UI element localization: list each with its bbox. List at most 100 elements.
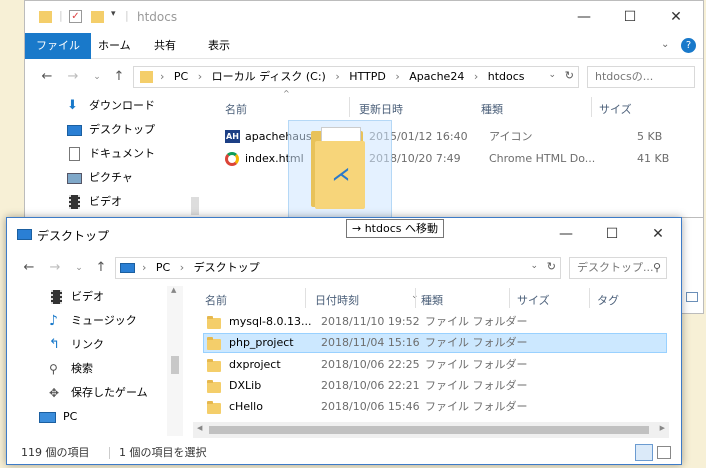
list-item[interactable]: DXLib 2018/10/06 22:21 ファイル フォルダー [203,376,667,396]
breadcrumb-pc[interactable]: PC [156,261,170,274]
forward-button[interactable]: → [63,66,83,88]
expand-ribbon-icon[interactable]: ⌄ [661,39,669,50]
breadcrumb-pc[interactable]: PC [174,70,188,83]
properties-icon[interactable]: ✓ [69,10,82,23]
scroll-up-icon[interactable]: ▲ [171,286,176,294]
sidebar-item-saved-games[interactable]: ✥ 保存したゲーム [49,382,148,404]
search-icon: ⚲ [49,362,58,376]
list-item-selected[interactable]: php_project 2018/11/04 15:16 ファイル フォルダー [203,333,667,353]
sidebar-item-videos[interactable]: ビデオ [49,286,104,308]
close-button[interactable]: ✕ [653,1,699,33]
column-divider [509,288,510,308]
list-item[interactable]: dxproject 2018/10/06 22:25 ファイル フォルダー [203,355,667,375]
folder-icon [207,316,221,329]
breadcrumb-desktop[interactable]: デスクトップ [194,261,260,274]
qat-dropdown-icon[interactable]: ▾ [111,9,116,19]
list-item[interactable]: cHello 2018/10/06 15:46 ファイル フォルダー [203,397,667,417]
address-dropdown-icon[interactable]: ⌄ [530,261,538,271]
sidebar-item-search[interactable]: ⚲ 検索 [49,358,93,380]
column-size[interactable]: サイズ [599,101,632,117]
breadcrumb-c-drive[interactable]: ローカル ディスク (C:) [212,70,326,83]
sidebar-item-links[interactable]: ↰ リンク [49,334,104,356]
column-divider [589,288,590,308]
folder-icon [207,359,221,372]
htdocs-window-edge [682,218,704,314]
scroll-left-icon[interactable]: ◀ [197,424,202,432]
window-title: htdocs [137,10,178,24]
large-icons-view-button[interactable] [657,446,671,459]
sort-up-icon: ^ [283,89,290,98]
search-input[interactable]: htdocsの... [587,66,695,88]
document-icon [69,147,80,161]
column-type[interactable]: 種類 [481,101,503,117]
horizontal-scrollbar[interactable]: ◀ ▶ [193,422,669,438]
column-date[interactable]: 日付時刻 [315,292,359,308]
title-bar[interactable]: | ✓ ▾ | htdocs — ☐ ✕ [25,1,703,33]
list-item[interactable]: mysql-8.0.13... 2018/11/10 19:52 ファイル フォ… [203,312,667,332]
search-placeholder: デスクトップ... [577,261,654,274]
column-tags[interactable]: タグ [597,292,619,308]
column-name[interactable]: 名前 [205,292,227,308]
pc-icon [39,412,56,423]
new-folder-icon[interactable] [91,11,104,23]
desktop-icon [120,263,135,273]
close-button[interactable]: ✕ [635,218,681,250]
back-button[interactable]: ← [37,66,57,88]
sidebar-item-downloads[interactable]: ⬇ ダウンロード [67,95,155,117]
chevron-right-icon: › [335,70,340,83]
breadcrumb-httpd[interactable]: HTTPD [349,70,386,83]
title-bar[interactable]: デスクトップ — ☐ ✕ [7,218,681,250]
sidebar-item-videos[interactable]: ビデオ [67,191,122,213]
refresh-icon[interactable]: ↻ [565,69,574,82]
chevron-right-icon: › [142,261,147,274]
sidebar-item-music[interactable]: ♪ ミュージック [49,310,137,332]
recent-dropdown-icon[interactable]: ⌄ [69,257,89,279]
column-name[interactable]: 名前 [225,101,247,117]
breadcrumb-htdocs[interactable]: htdocs [488,70,525,83]
search-placeholder: htdocsの... [595,70,654,83]
sidebar-item-pc[interactable]: PC [39,406,77,428]
address-dropdown-icon[interactable]: ⌄ [548,70,556,80]
maximize-button[interactable]: ☐ [589,218,635,250]
breadcrumb-apache24[interactable]: Apache24 [409,70,464,83]
gamepad-icon: ✥ [49,386,60,400]
search-icon: ⚲ [652,261,661,274]
back-button[interactable]: ← [19,257,39,279]
minimize-button[interactable]: — [561,1,607,33]
forward-button[interactable]: → [45,257,65,279]
address-bar[interactable]: › PC › デスクトップ ⌄ ↻ [115,257,561,279]
help-icon[interactable]: ? [681,38,696,53]
tab-view[interactable]: 表示 [197,33,241,59]
chevron-right-icon: › [160,70,165,83]
sidebar-scrollbar[interactable]: ▲ [167,286,183,436]
scrollbar-thumb[interactable] [209,426,649,434]
search-input[interactable]: デスクトップ... ⚲ [569,257,667,279]
details-view-button[interactable] [635,444,653,461]
file-list: ^ 名前 更新日時 種類 サイズ AH apachehaus.ico 2015/… [211,89,703,217]
column-type[interactable]: 種類 [421,292,443,308]
minimize-button[interactable]: — [543,218,589,250]
column-divider [349,97,350,117]
up-button[interactable]: ↑ [91,257,111,279]
sidebar-item-documents[interactable]: ドキュメント [67,143,155,165]
tab-file[interactable]: ファイル [25,33,91,59]
address-bar[interactable]: › PC › ローカル ディスク (C:) › HTTPD › Apache24… [133,66,579,88]
details-view-icon[interactable] [686,292,698,302]
sidebar-scrollbar[interactable] [187,95,203,217]
tab-share[interactable]: 共有 [143,33,187,59]
tab-home[interactable]: ホーム [87,33,142,59]
maximize-button[interactable]: ☐ [607,1,653,33]
scroll-right-icon[interactable]: ▶ [660,424,665,432]
folder-icon [207,401,221,414]
up-button[interactable]: ↑ [109,66,129,88]
column-size[interactable]: サイズ [517,292,550,308]
status-bar: 119 個の項目 1 個の項目を選択 [7,442,681,464]
sidebar-item-desktop[interactable]: デスクトップ [67,119,155,141]
column-modified[interactable]: 更新日時 [359,101,403,117]
sidebar-item-pictures[interactable]: ピクチャ [67,167,133,189]
refresh-icon[interactable]: ↻ [547,260,556,273]
folder-icon: ⋌ [311,127,367,209]
scrollbar-thumb[interactable] [171,356,179,374]
scrollbar-thumb[interactable] [191,197,199,215]
recent-dropdown-icon[interactable]: ⌄ [87,66,107,88]
